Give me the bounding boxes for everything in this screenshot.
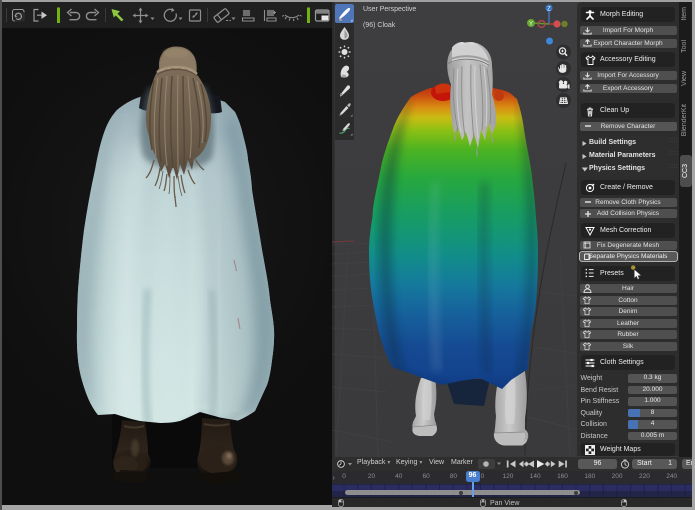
svg-text:Z: Z: [547, 7, 551, 13]
svg-text:Y: Y: [529, 22, 533, 28]
